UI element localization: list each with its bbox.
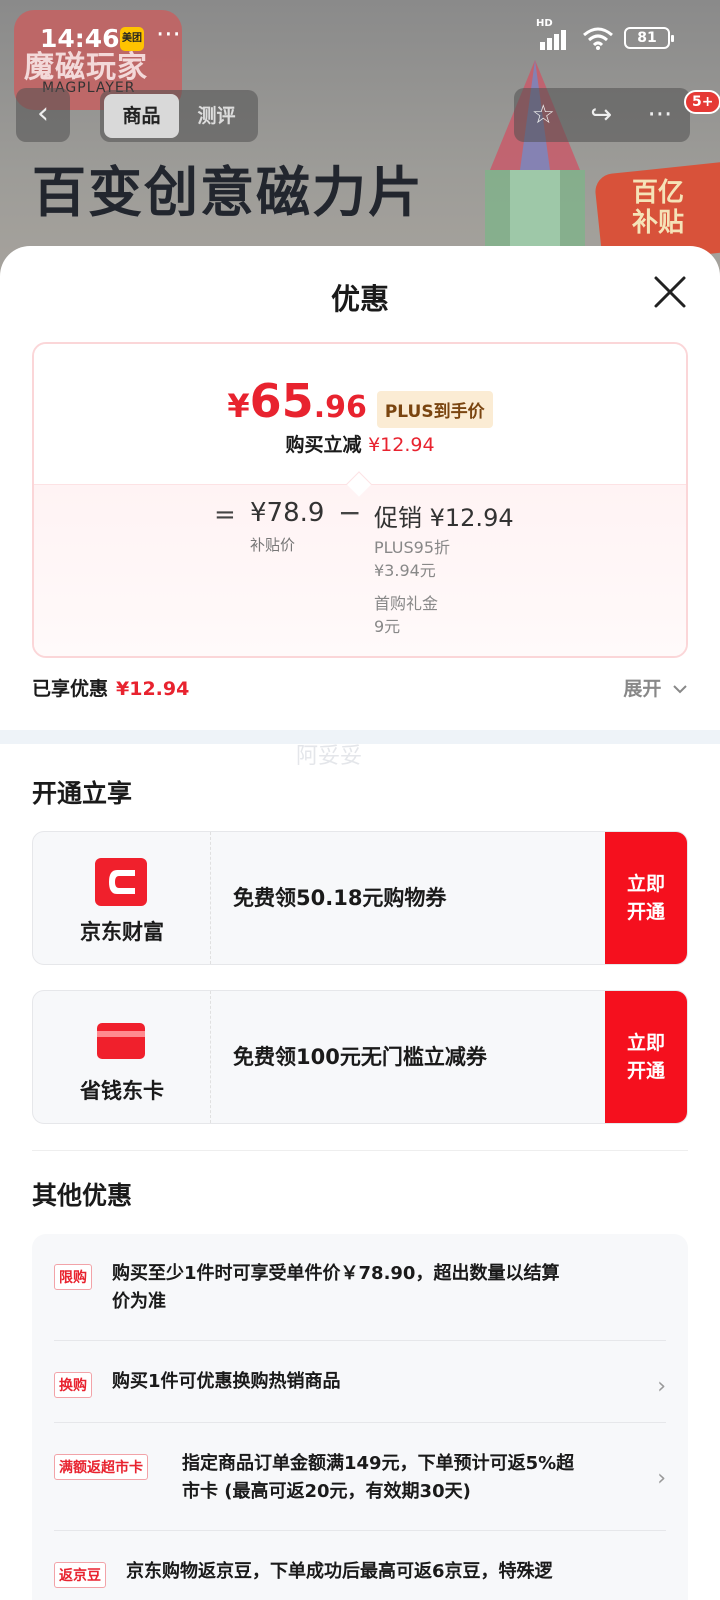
meituan-notification-icon: 美团 [120, 27, 144, 51]
offer-text: 购买1件可优惠换购热销商品 [112, 1371, 341, 1392]
saving-card[interactable]: 省钱东卡 免费领100元无门槛立减券 立即 开通 [32, 990, 688, 1124]
discount-sheet: 优惠 ¥65.96 PLUS到手价 购买立减 ¥12.94 = ¥78.9 补贴… [0, 246, 720, 1600]
expand-button[interactable]: 展开 [623, 674, 688, 701]
plus-price-tag: PLUS到手价 [376, 391, 493, 428]
final-price-row: ¥65.96 PLUS到手价 [34, 374, 686, 428]
minus-sign: − [338, 496, 362, 529]
instant-reduction: 购买立减 ¥12.94 [285, 434, 435, 456]
favorite-star-icon[interactable]: ☆ [532, 100, 555, 130]
watermark: 阿妥妥 [296, 744, 363, 769]
equals-sign: = [214, 500, 236, 530]
product-tabs: 商品 测评 [100, 90, 258, 142]
status-bar: 14:46 美团 ··· HD 81 [0, 0, 720, 78]
status-time: 14:46 [40, 24, 120, 53]
subsidy-price-label: 补贴价 [250, 536, 296, 554]
product-headline: 百变创意磁力片 [32, 161, 424, 224]
more-icon[interactable]: ··· [648, 100, 673, 130]
back-button[interactable]: ‹ [16, 88, 70, 142]
list-item[interactable]: 返京豆 京东购物返京豆，下单成功后最高可返6京豆，特殊逻 [54, 1560, 666, 1592]
subsidy-price: ¥78.9 [250, 498, 325, 528]
signal-icon: HD [536, 18, 572, 50]
jd-finance-offer: 免费领50.18元购物券 [233, 886, 447, 910]
more-notifications-icon: ··· [156, 20, 181, 50]
jd-finance-name: 京东财富 [80, 920, 164, 944]
offer-text: 京东购物返京豆，下单成功后最高可返6京豆，特殊逻 [126, 1561, 553, 1582]
message-count-badge: 5+ [684, 90, 720, 114]
tab-review[interactable]: 测评 [179, 94, 254, 138]
status-right: HD 81 [536, 18, 674, 50]
enjoyed-discount: 已享优惠 ¥12.94 [32, 678, 190, 700]
promotion-total: 促销 ¥12.94 [374, 504, 514, 532]
chevron-down-icon [673, 685, 687, 694]
list-item: 限购 购买至少1件时可享受单件价￥78.90，超出数量以结算 价为准 [54, 1262, 666, 1322]
open-section-title: 开通立享 [32, 779, 133, 808]
list-item[interactable]: 换购 购买1件可优惠换购热销商品 › [54, 1370, 666, 1402]
offer-tag: 满额返超市卡 [54, 1454, 148, 1480]
offer-text: 购买至少1件时可享受单件价￥78.90，超出数量以结算 价为准 [112, 1263, 560, 1312]
promotion-detail: 9元 [374, 617, 401, 636]
price-breakdown-card: ¥65.96 PLUS到手价 购买立减 ¥12.94 = ¥78.9 补贴价 −… [32, 342, 688, 658]
chevron-right-icon: › [657, 1374, 666, 1399]
tab-product[interactable]: 商品 [104, 94, 179, 138]
promotion-detail: PLUS95折 [374, 538, 450, 557]
battery-icon: 81 [624, 27, 674, 49]
offer-tag: 换购 [54, 1372, 92, 1398]
jd-finance-logo-icon [95, 858, 147, 906]
close-icon[interactable] [650, 272, 690, 312]
jd-finance-card[interactable]: 京东财富 免费领50.18元购物券 立即 开通 [32, 831, 688, 965]
offer-text: 指定商品订单金额满149元，下单预计可返5%超 市卡 (最高可返20元，有效期3… [182, 1453, 575, 1502]
saving-card-offer: 免费领100元无门槛立减券 [233, 1045, 487, 1069]
wifi-icon [583, 27, 613, 50]
other-section-title: 其他优惠 [32, 1181, 133, 1210]
list-item[interactable]: 满额返超市卡 指定商品订单金额满149元，下单预计可返5%超 市卡 (最高可返2… [54, 1452, 666, 1512]
subsidy-badge-text: 百亿 补贴 [632, 178, 685, 238]
activate-button[interactable]: 立即 开通 [605, 832, 687, 964]
share-icon[interactable]: ↪ [590, 100, 612, 130]
other-offers-list: 限购 购买至少1件时可享受单件价￥78.90，超出数量以结算 价为准 换购 购买… [32, 1234, 688, 1600]
promotion-detail: 首购礼金 [374, 594, 439, 613]
saving-card-logo-icon [97, 1023, 145, 1059]
nav-actions: ☆ ↪ ··· [514, 88, 690, 142]
chevron-right-icon: › [657, 1466, 666, 1491]
offer-tag: 限购 [54, 1264, 92, 1290]
promotion-detail: ¥3.94元 [374, 561, 436, 580]
offer-tag: 返京豆 [54, 1562, 106, 1588]
final-price: ¥65.96 [227, 374, 367, 428]
sheet-title: 优惠 [330, 282, 389, 316]
saving-card-name: 省钱东卡 [80, 1079, 164, 1103]
activate-button[interactable]: 立即 开通 [605, 991, 687, 1123]
